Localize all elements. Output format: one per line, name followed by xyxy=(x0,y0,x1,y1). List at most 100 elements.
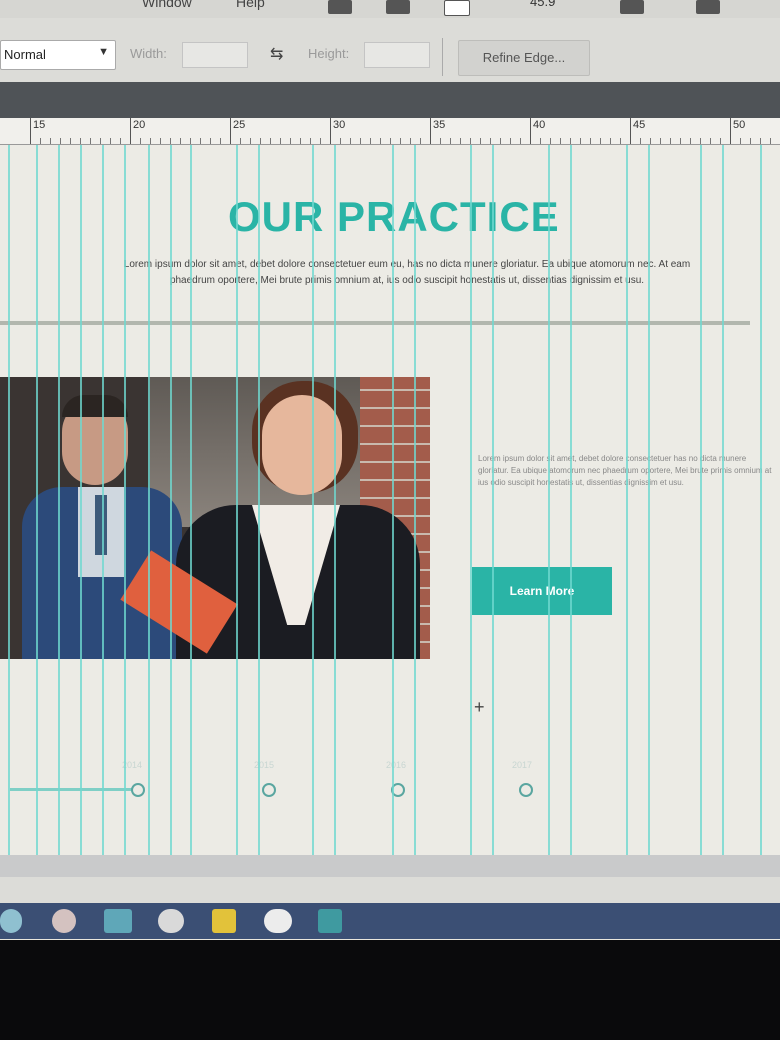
layout-guide[interactable] xyxy=(626,145,628,855)
tool-icon[interactable] xyxy=(386,0,410,14)
ruler-minor-tick xyxy=(220,138,221,144)
taskbar-app-icon[interactable] xyxy=(318,909,342,933)
ruler-minor-tick xyxy=(250,138,251,144)
taskbar-app-icon[interactable] xyxy=(264,909,292,933)
layout-guide[interactable] xyxy=(236,145,238,855)
ruler-minor-tick xyxy=(200,138,201,144)
taskbar-app-icon[interactable] xyxy=(52,909,76,933)
layout-guide[interactable] xyxy=(548,145,550,855)
layout-guide[interactable] xyxy=(58,145,60,855)
layout-guide[interactable] xyxy=(124,145,126,855)
height-field[interactable] xyxy=(364,42,430,68)
ruler-label: 50 xyxy=(733,119,746,131)
ruler-minor-tick xyxy=(460,138,461,144)
monitor-bezel xyxy=(0,940,780,1040)
document-canvas[interactable]: OUR PRACTICE Lorem ipsum dolor sit amet,… xyxy=(0,145,780,855)
timeline-progress xyxy=(10,788,138,791)
ruler-minor-tick xyxy=(760,138,761,144)
ruler-minor-tick xyxy=(770,138,771,144)
ruler-minor-tick xyxy=(540,138,541,144)
ruler-minor-tick xyxy=(640,138,641,144)
ruler-minor-tick xyxy=(210,138,211,144)
ruler-label: 30 xyxy=(333,119,346,131)
arrange-icon[interactable] xyxy=(620,0,644,14)
width-label: Width: xyxy=(130,46,167,61)
menu-bar: Window Help 45.9 xyxy=(0,0,780,18)
layout-guide[interactable] xyxy=(470,145,472,855)
ruler-minor-tick xyxy=(390,138,391,144)
layout-guide[interactable] xyxy=(190,145,192,855)
ruler-minor-tick xyxy=(310,138,311,144)
ruler-minor-tick xyxy=(60,138,61,144)
layout-guide[interactable] xyxy=(334,145,336,855)
taskbar-app-icon[interactable] xyxy=(0,909,22,933)
ruler-minor-tick xyxy=(580,138,581,144)
layout-guide[interactable] xyxy=(102,145,104,855)
ruler-minor-tick xyxy=(100,138,101,144)
tool-icon[interactable] xyxy=(328,0,352,14)
layout-guide[interactable] xyxy=(414,145,416,855)
document-tab-bar xyxy=(0,82,780,118)
layout-guide[interactable] xyxy=(392,145,394,855)
layout-guide[interactable] xyxy=(8,145,10,855)
ruler-minor-tick xyxy=(650,138,651,144)
timeline-dot[interactable] xyxy=(262,783,276,797)
layout-guide[interactable] xyxy=(722,145,724,855)
layout-guide[interactable] xyxy=(80,145,82,855)
ruler-major-tick xyxy=(430,118,431,144)
ruler-minor-tick xyxy=(150,138,151,144)
taskbar-app-icon[interactable] xyxy=(212,909,236,933)
crosshair-cursor-icon: + xyxy=(474,697,485,717)
menu-help[interactable]: Help xyxy=(236,0,265,10)
ruler-minor-tick xyxy=(370,138,371,144)
width-field[interactable] xyxy=(182,42,248,68)
divider xyxy=(442,38,443,76)
layout-guide[interactable] xyxy=(258,145,260,855)
ruler-minor-tick xyxy=(90,138,91,144)
ruler-major-tick xyxy=(630,118,631,144)
layout-guide[interactable] xyxy=(36,145,38,855)
taskbar-app-icon[interactable] xyxy=(104,909,132,933)
ruler-label: 40 xyxy=(533,119,546,131)
ruler-major-tick xyxy=(530,118,531,144)
ruler-major-tick xyxy=(230,118,231,144)
layout-guide[interactable] xyxy=(648,145,650,855)
layout-guide[interactable] xyxy=(492,145,494,855)
layout-guide[interactable] xyxy=(312,145,314,855)
ruler-label: 15 xyxy=(33,119,46,131)
timeline-dot[interactable] xyxy=(519,783,533,797)
ruler-minor-tick xyxy=(750,138,751,144)
ruler-minor-tick xyxy=(620,138,621,144)
ruler-minor-tick xyxy=(350,138,351,144)
ruler-minor-tick xyxy=(270,138,271,144)
ruler-minor-tick xyxy=(170,138,171,144)
ruler-minor-tick xyxy=(680,138,681,144)
ruler-minor-tick xyxy=(300,138,301,144)
ruler-major-tick xyxy=(330,118,331,144)
horizontal-ruler[interactable]: 15 20 25 30 35 40 45 50 xyxy=(0,118,780,145)
ruler-minor-tick xyxy=(510,138,511,144)
zoom-value[interactable]: 45.9 xyxy=(530,0,555,9)
ruler-major-tick xyxy=(30,118,31,144)
layout-guide[interactable] xyxy=(570,145,572,855)
menu-window[interactable]: Window xyxy=(142,0,192,10)
taskbar-app-icon[interactable] xyxy=(158,909,184,933)
chevron-down-icon: ▼ xyxy=(98,46,109,58)
layout-guide[interactable] xyxy=(700,145,702,855)
lawyers-photo xyxy=(0,377,430,659)
timeline-dot[interactable] xyxy=(131,783,145,797)
style-select[interactable]: Normal ▼ xyxy=(0,40,116,70)
ruler-minor-tick xyxy=(490,138,491,144)
workspace-icon[interactable] xyxy=(696,0,720,14)
ruler-minor-tick xyxy=(180,138,181,144)
ruler-minor-tick xyxy=(450,138,451,144)
options-bar: Normal ▼ Width: ⇆ Height: Refine Edge... xyxy=(0,18,780,82)
layout-guide[interactable] xyxy=(170,145,172,855)
layout-guide[interactable] xyxy=(148,145,150,855)
layout-guide[interactable] xyxy=(760,145,762,855)
ruler-minor-tick xyxy=(740,138,741,144)
ruler-label: 20 xyxy=(133,119,146,131)
color-swatch-icon[interactable] xyxy=(444,0,470,16)
swap-icon[interactable]: ⇆ xyxy=(270,44,283,64)
refine-edge-button[interactable]: Refine Edge... xyxy=(458,40,590,76)
